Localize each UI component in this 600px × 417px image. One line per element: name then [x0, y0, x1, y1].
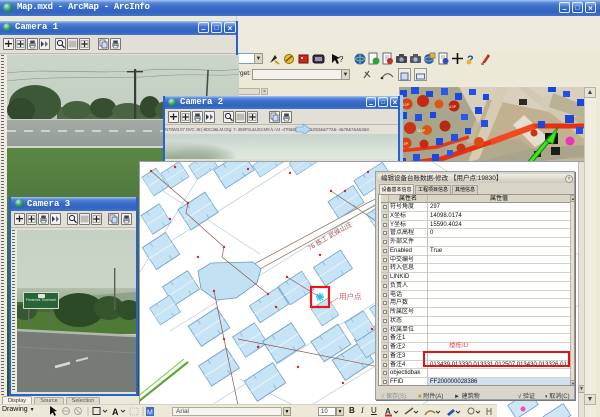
svg-text:76 栋工 武侯山庄: 76 栋工 武侯山庄: [306, 219, 354, 252]
svg-text:?: ?: [339, 55, 344, 64]
svg-text:M: M: [147, 410, 153, 417]
svg-text:A: A: [112, 407, 119, 417]
svg-text:110P: 110P: [417, 129, 426, 133]
svg-text:用户点: 用户点: [339, 291, 362, 301]
svg-text:110P: 110P: [448, 105, 457, 109]
